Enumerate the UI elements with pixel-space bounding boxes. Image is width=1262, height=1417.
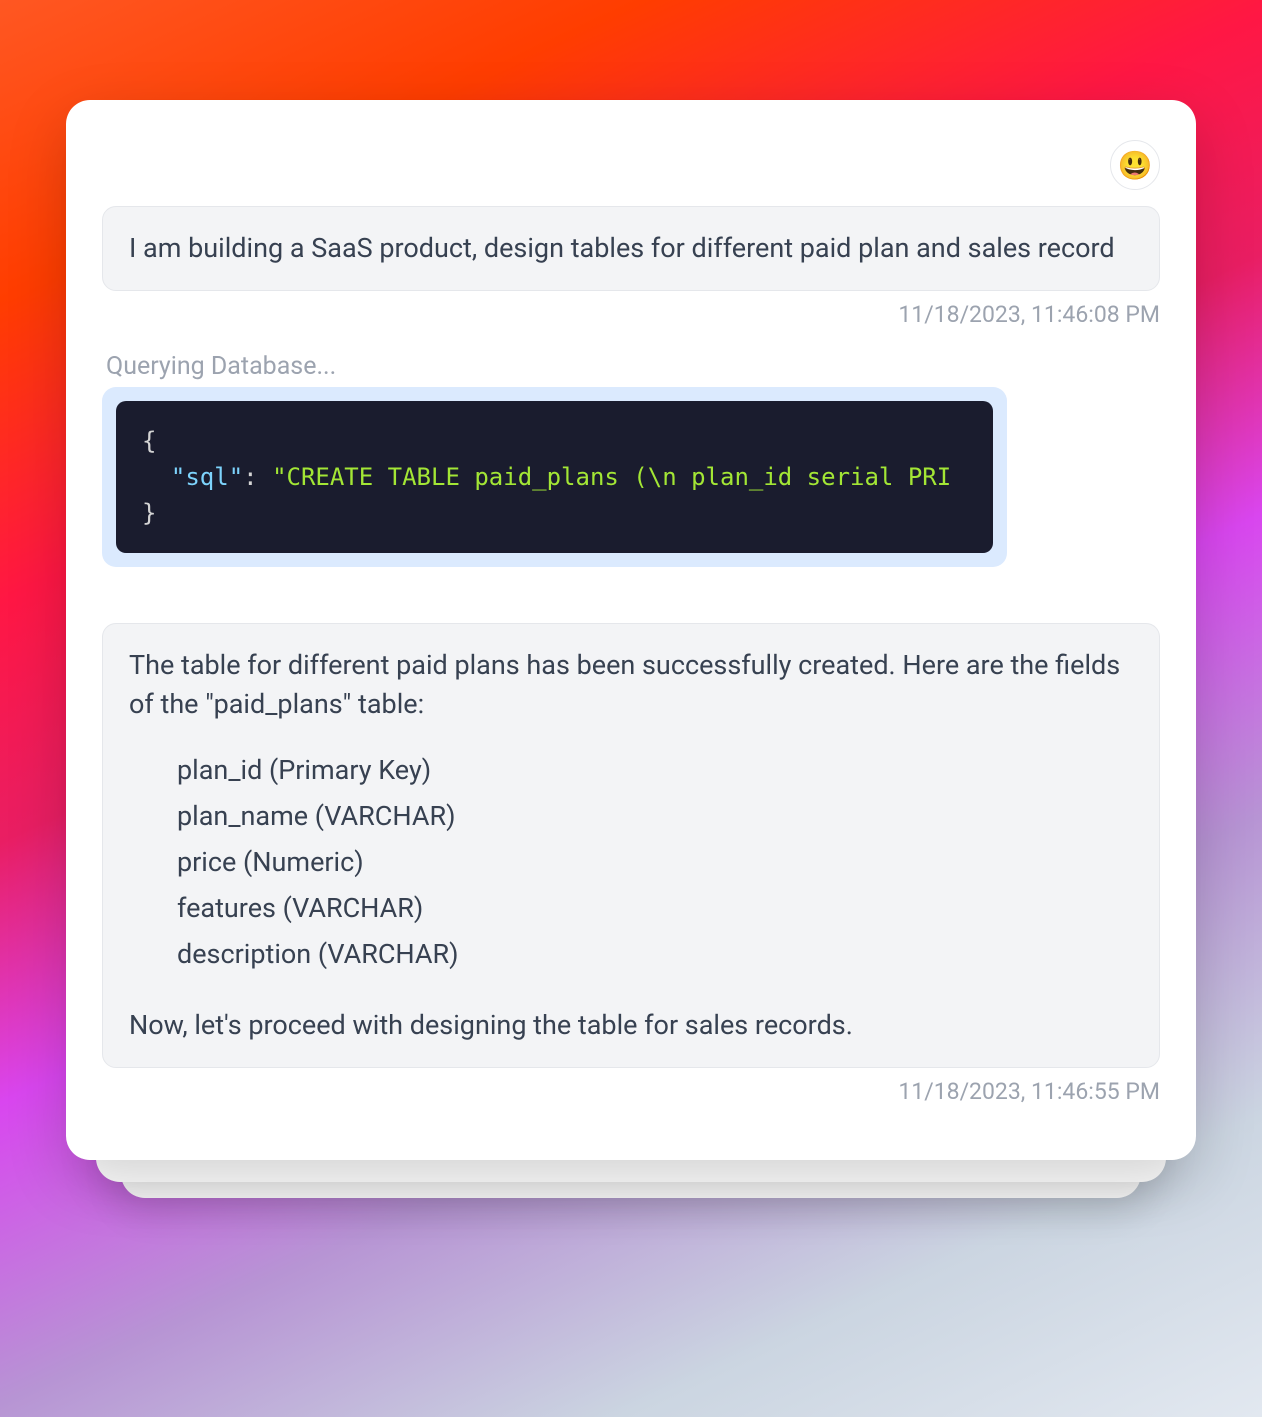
status-text: Querying Database...: [102, 352, 1160, 381]
list-item: price (Numeric): [177, 840, 1133, 886]
avatar-row: 😃: [102, 140, 1160, 190]
card-stack: 😃 I am building a SaaS product, design t…: [66, 100, 1196, 1160]
list-item: plan_id (Primary Key): [177, 748, 1133, 794]
list-item: features (VARCHAR): [177, 886, 1133, 932]
code-colon: :: [243, 463, 272, 491]
smile-emoji-icon: 😃: [1118, 149, 1153, 182]
code-open-brace: {: [142, 427, 156, 455]
code-block[interactable]: { "sql": "CREATE TABLE paid_plans (\n pl…: [116, 401, 993, 553]
code-json-key: "sql": [171, 463, 243, 491]
assistant-message-intro: The table for different paid plans has b…: [129, 646, 1133, 724]
assistant-message-outro: Now, let's proceed with designing the ta…: [129, 1006, 1133, 1045]
user-message-timestamp: 11/18/2023, 11:46:08 PM: [102, 301, 1160, 328]
user-message-text: I am building a SaaS product, design tab…: [129, 232, 1115, 264]
list-item: description (VARCHAR): [177, 932, 1133, 978]
fields-list: plan_id (Primary Key) plan_name (VARCHAR…: [129, 748, 1133, 977]
assistant-message-bubble: The table for different paid plans has b…: [102, 623, 1160, 1068]
chat-card: 😃 I am building a SaaS product, design t…: [66, 100, 1196, 1160]
code-close-brace: }: [142, 499, 156, 527]
list-item: plan_name (VARCHAR): [177, 794, 1133, 840]
code-json-value: "CREATE TABLE paid_plans (\n plan_id ser…: [272, 463, 951, 491]
user-message-bubble: I am building a SaaS product, design tab…: [102, 206, 1160, 291]
assistant-message-timestamp: 11/18/2023, 11:46:55 PM: [102, 1078, 1160, 1105]
code-block-wrapper: { "sql": "CREATE TABLE paid_plans (\n pl…: [102, 387, 1007, 567]
user-avatar[interactable]: 😃: [1110, 140, 1160, 190]
